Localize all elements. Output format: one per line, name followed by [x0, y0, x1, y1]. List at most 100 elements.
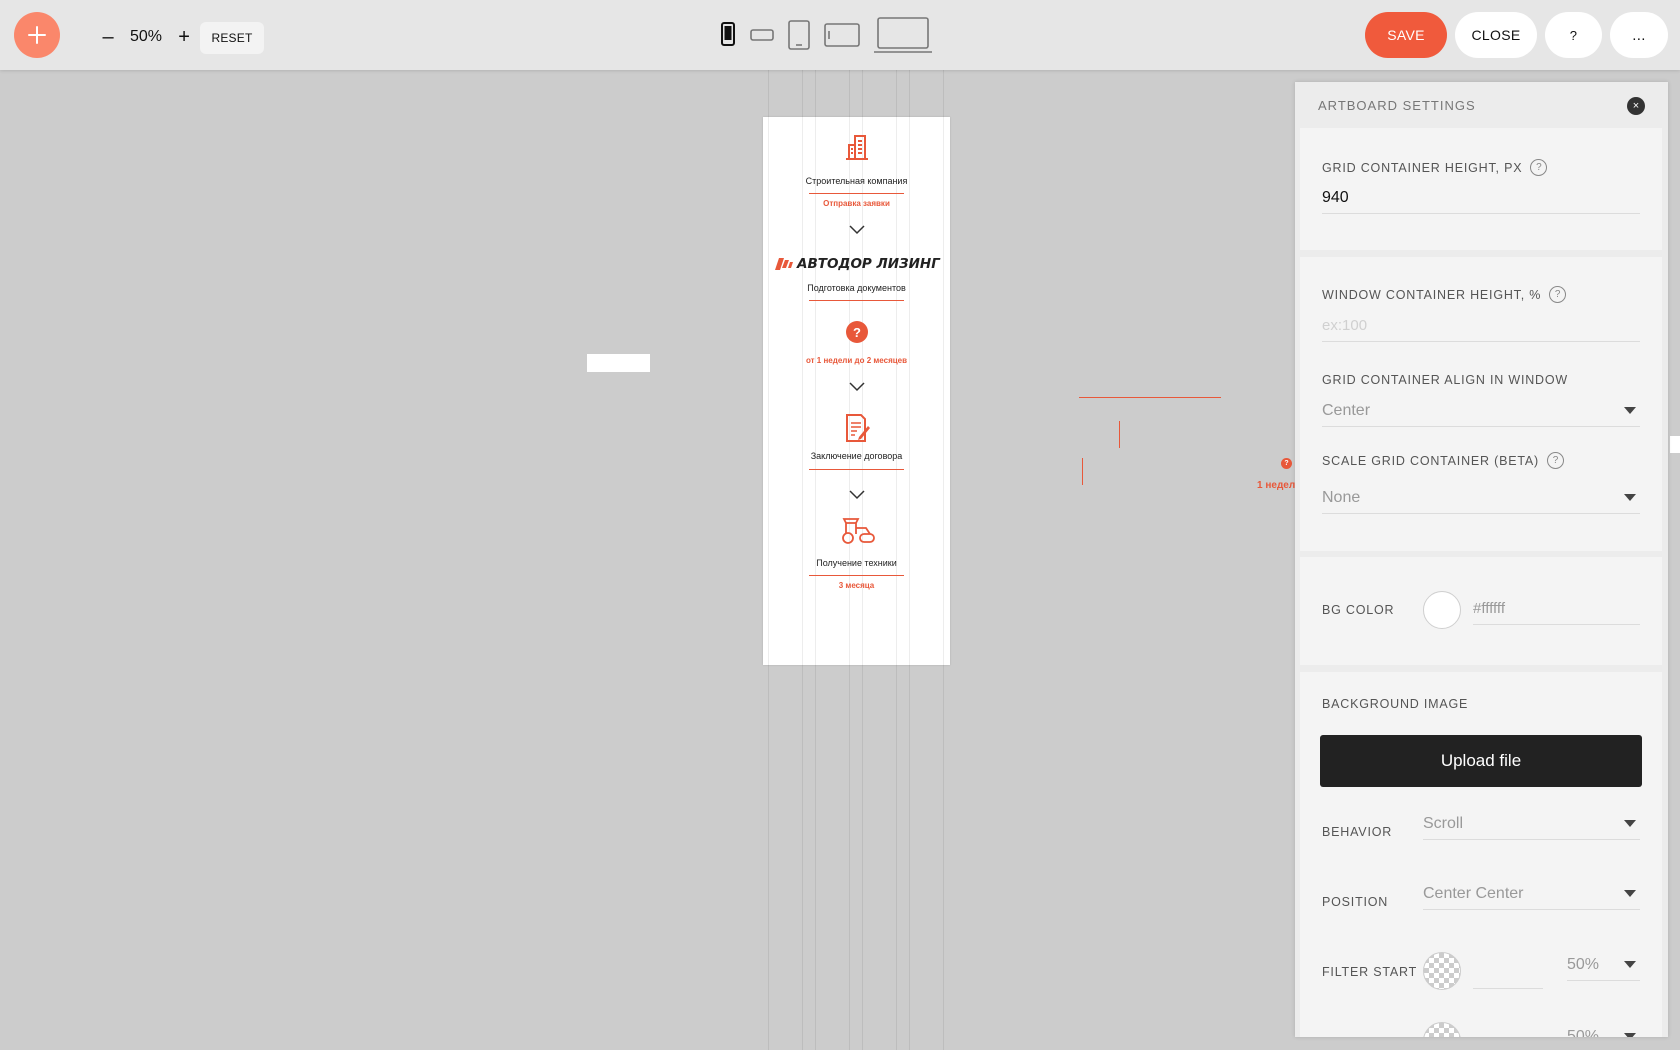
caret-down-icon — [1624, 820, 1636, 827]
tablet-landscape-icon — [824, 23, 860, 47]
step-title: Строительная компания — [805, 176, 908, 186]
save-button[interactable]: SAVE — [1365, 12, 1447, 58]
canvas-text-element[interactable]: 1 недел — [1257, 480, 1295, 491]
step-duration: Отправка заявки — [823, 199, 890, 208]
canvas-element[interactable] — [587, 354, 650, 372]
chevron-down-icon — [763, 222, 950, 240]
step-divider — [809, 300, 904, 301]
grid-height-input[interactable]: 940 — [1322, 182, 1640, 214]
laptop-icon — [874, 17, 932, 53]
filter-start-opacity-value: 50% — [1567, 955, 1600, 973]
bg-image-label: BACKGROUND IMAGE — [1322, 697, 1469, 711]
artboard-settings-panel: ARTBOARD SETTINGS × GRID CONTAINER HEIGH… — [1295, 82, 1668, 1037]
scale-label-text: SCALE GRID CONTAINER (BETA) — [1322, 453, 1539, 468]
behavior-select-value: Scroll — [1423, 814, 1464, 832]
filter-start-color-swatch[interactable] — [1423, 952, 1461, 990]
device-mobile-landscape-button[interactable] — [750, 28, 774, 42]
scale-select[interactable]: None — [1322, 482, 1640, 514]
filter-end-color-swatch[interactable] — [1423, 1022, 1461, 1037]
artboard[interactable]: Строительная компания Отправка заявки АВ… — [763, 117, 950, 665]
upload-file-button[interactable]: Upload file — [1320, 735, 1642, 787]
top-toolbar: – 50% + RESET SAVE CLOSE ? ... — [0, 0, 1680, 70]
window-height-label-text: WINDOW CONTAINER HEIGHT, % — [1322, 287, 1542, 302]
caret-down-icon — [1624, 407, 1636, 414]
align-label: GRID CONTAINER ALIGN IN WINDOW — [1322, 373, 1568, 387]
caret-down-icon — [1624, 890, 1636, 897]
tablet-portrait-icon — [788, 20, 810, 50]
add-block-button[interactable] — [14, 12, 60, 58]
step-duration: 3 месяца — [838, 581, 875, 590]
close-panel-icon[interactable]: × — [1627, 97, 1645, 115]
grid-height-section: GRID CONTAINER HEIGHT, PX ? 940 — [1300, 128, 1662, 250]
grid-height-label: GRID CONTAINER HEIGHT, PX ? — [1322, 159, 1548, 176]
behavior-select[interactable]: Scroll — [1423, 808, 1640, 840]
zoom-level: 50% — [130, 28, 163, 45]
step-divider — [809, 469, 904, 470]
caret-down-icon — [1624, 961, 1636, 968]
device-tablet-landscape-button[interactable] — [824, 22, 860, 48]
reset-zoom-button[interactable]: RESET — [200, 22, 264, 54]
bg-color-label: BG COLOR — [1322, 603, 1395, 617]
window-settings-section: WINDOW CONTAINER HEIGHT, % ? ex:100 GRID… — [1300, 257, 1662, 551]
canvas-line-element[interactable] — [1082, 458, 1083, 485]
bg-color-input[interactable]: #ffffff — [1473, 593, 1640, 625]
device-switcher — [720, 14, 932, 56]
scale-label: SCALE GRID CONTAINER (BETA) ? — [1322, 452, 1564, 469]
device-tablet-portrait-button[interactable] — [788, 20, 810, 50]
roller-machine-icon — [763, 516, 950, 549]
scale-select-value: None — [1322, 488, 1361, 506]
zoom-out-button[interactable]: – — [100, 27, 116, 47]
panel-title: ARTBOARD SETTINGS — [1318, 98, 1476, 113]
caret-down-icon — [1624, 1033, 1636, 1037]
window-height-label: WINDOW CONTAINER HEIGHT, % ? — [1322, 286, 1567, 303]
step-divider — [809, 575, 904, 576]
window-height-input[interactable]: ex:100 — [1322, 310, 1640, 342]
building-icon — [763, 133, 950, 166]
contract-icon — [763, 413, 950, 448]
bg-image-section: BACKGROUND IMAGE Upload file BEHAVIOR Sc… — [1300, 672, 1662, 1037]
canvas-line-element[interactable] — [1119, 421, 1120, 448]
step-duration: от 1 недели до 2 месяцев — [805, 356, 908, 365]
canvas-element[interactable] — [1670, 436, 1680, 453]
zoom-control: – 50% + — [100, 22, 192, 52]
align-select-value: Center — [1322, 401, 1371, 419]
zoom-in-button[interactable]: + — [176, 27, 192, 47]
position-label: POSITION — [1322, 895, 1389, 909]
filter-end-opacity-value: 50% — [1567, 1027, 1600, 1038]
filter-start-label: FILTER START — [1322, 965, 1418, 979]
step-title: Подготовка документов — [807, 283, 906, 293]
logo-text: АВТОДОР ЛИЗИНГ — [797, 256, 940, 272]
top-actions: SAVE CLOSE ? ... — [1365, 12, 1668, 58]
filter-start-opacity-select[interactable]: 50% — [1567, 949, 1640, 981]
plus-icon — [28, 26, 46, 44]
question-badge: ? — [846, 321, 868, 343]
step-title: Получение техники — [816, 558, 897, 568]
help-icon[interactable]: ? — [1530, 159, 1548, 176]
filter-start-color-input[interactable] — [1473, 957, 1543, 989]
phone-landscape-icon — [750, 29, 774, 41]
caret-down-icon — [1624, 494, 1636, 501]
position-select[interactable]: Center Center — [1423, 878, 1640, 910]
filter-end-opacity-select[interactable]: 50% — [1567, 1021, 1640, 1037]
device-desktop-button[interactable] — [874, 16, 932, 54]
canvas-line-element[interactable] — [1079, 397, 1221, 398]
bg-color-section: BG COLOR #ffffff — [1300, 557, 1662, 665]
phone-portrait-icon — [721, 22, 735, 46]
canvas-question-badge[interactable]: ? — [1281, 458, 1292, 469]
close-button[interactable]: CLOSE — [1455, 12, 1537, 58]
bg-color-swatch[interactable] — [1423, 591, 1461, 629]
brand-logo: АВТОДОР ЛИЗИНГ — [775, 256, 940, 272]
logo-mark-icon — [775, 258, 793, 270]
help-icon[interactable]: ? — [1547, 452, 1564, 469]
help-icon[interactable]: ? — [1549, 286, 1567, 303]
device-mobile-portrait-button[interactable] — [720, 22, 736, 48]
more-button[interactable]: ... — [1610, 12, 1668, 58]
step-title: Заключение договора — [810, 451, 903, 461]
help-button[interactable]: ? — [1545, 12, 1602, 58]
chevron-down-icon — [763, 379, 950, 397]
chevron-down-icon — [763, 487, 950, 505]
grid-height-label-text: GRID CONTAINER HEIGHT, PX — [1322, 160, 1523, 175]
position-select-value: Center Center — [1423, 884, 1524, 902]
align-select[interactable]: Center — [1322, 395, 1640, 427]
step-divider — [809, 193, 904, 194]
